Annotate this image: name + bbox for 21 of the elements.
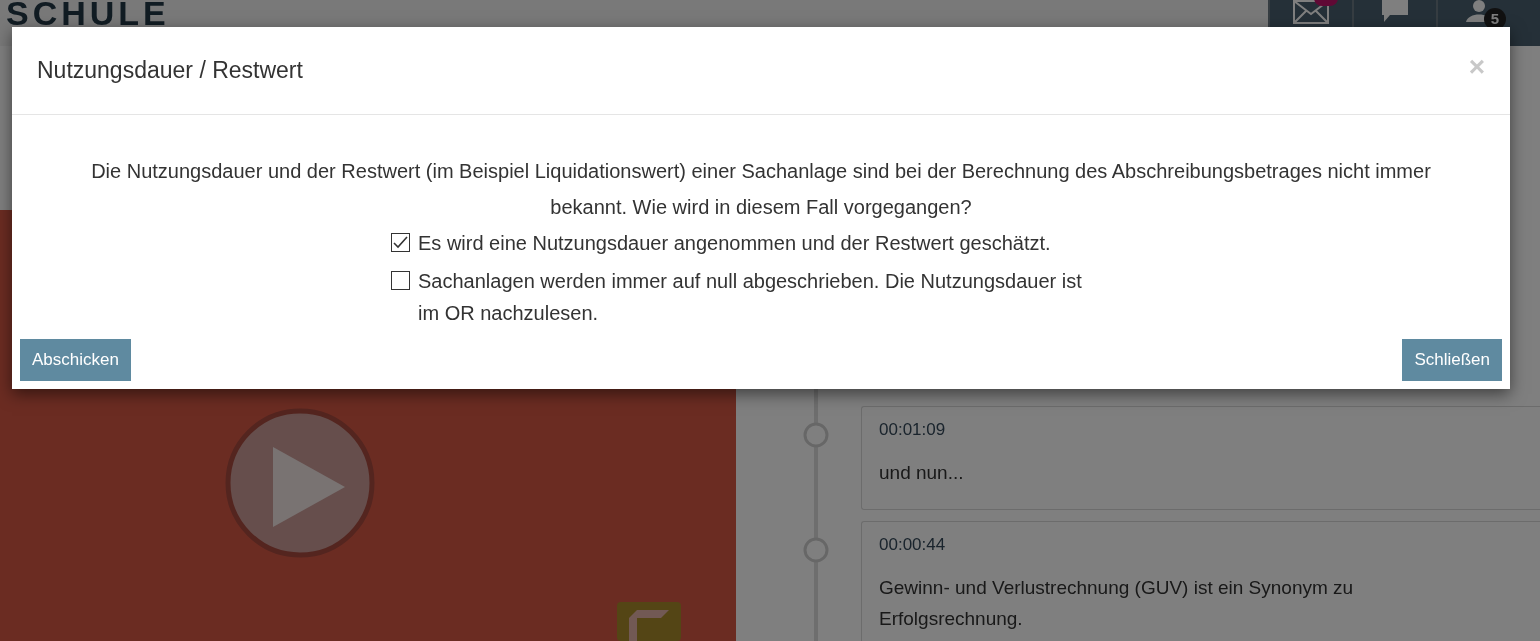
option-label: Sachanlagen werden immer auf null abgeschrieben. Die Nutzungsdauer ist im OR nachzulesen. [418, 269, 1083, 326]
corner-logo-icon [617, 602, 681, 641]
check-icon [393, 236, 408, 249]
timeline-node-icon [803, 537, 829, 563]
mail-icon [1293, 0, 1329, 24]
site-logo[interactable]: SCHULE [6, 0, 170, 26]
question-text: Die Nutzungsdauer und der Restwert (im Beispiel Liquidationswert) einer Sachanlage sind bei der Berechnung des Abschreibungsbetrages nicht immer bekannt. Wie wird in diesem Fall vorgegangen? [90, 159, 1432, 220]
dialog-button[interactable]: Abschicken [20, 339, 131, 381]
checkbox[interactable] [391, 233, 410, 252]
dialog-title: Nutzungsdauer / Restwert [37, 56, 303, 86]
dialog-button[interactable]: Schließen [1402, 339, 1502, 381]
comment-text: und nun... [879, 460, 965, 485]
timestamp[interactable]: 00:01:09 [879, 417, 1523, 443]
option-label: Es wird eine Nutzungsdauer angenommen und der Restwert geschätzt. [418, 231, 1051, 256]
timestamp[interactable]: 00:00:44 [879, 532, 1523, 558]
comment-text: Gewinn- und Verlustrechnung (GUV) ist ein Synonym zu Erfolgsrechnung. [879, 575, 1355, 631]
count-badge: 5 [1484, 8, 1506, 30]
checkbox[interactable] [391, 271, 410, 290]
chat-icon [1382, 0, 1408, 22]
play-button[interactable] [225, 408, 375, 558]
timeline-node-icon [803, 422, 829, 448]
